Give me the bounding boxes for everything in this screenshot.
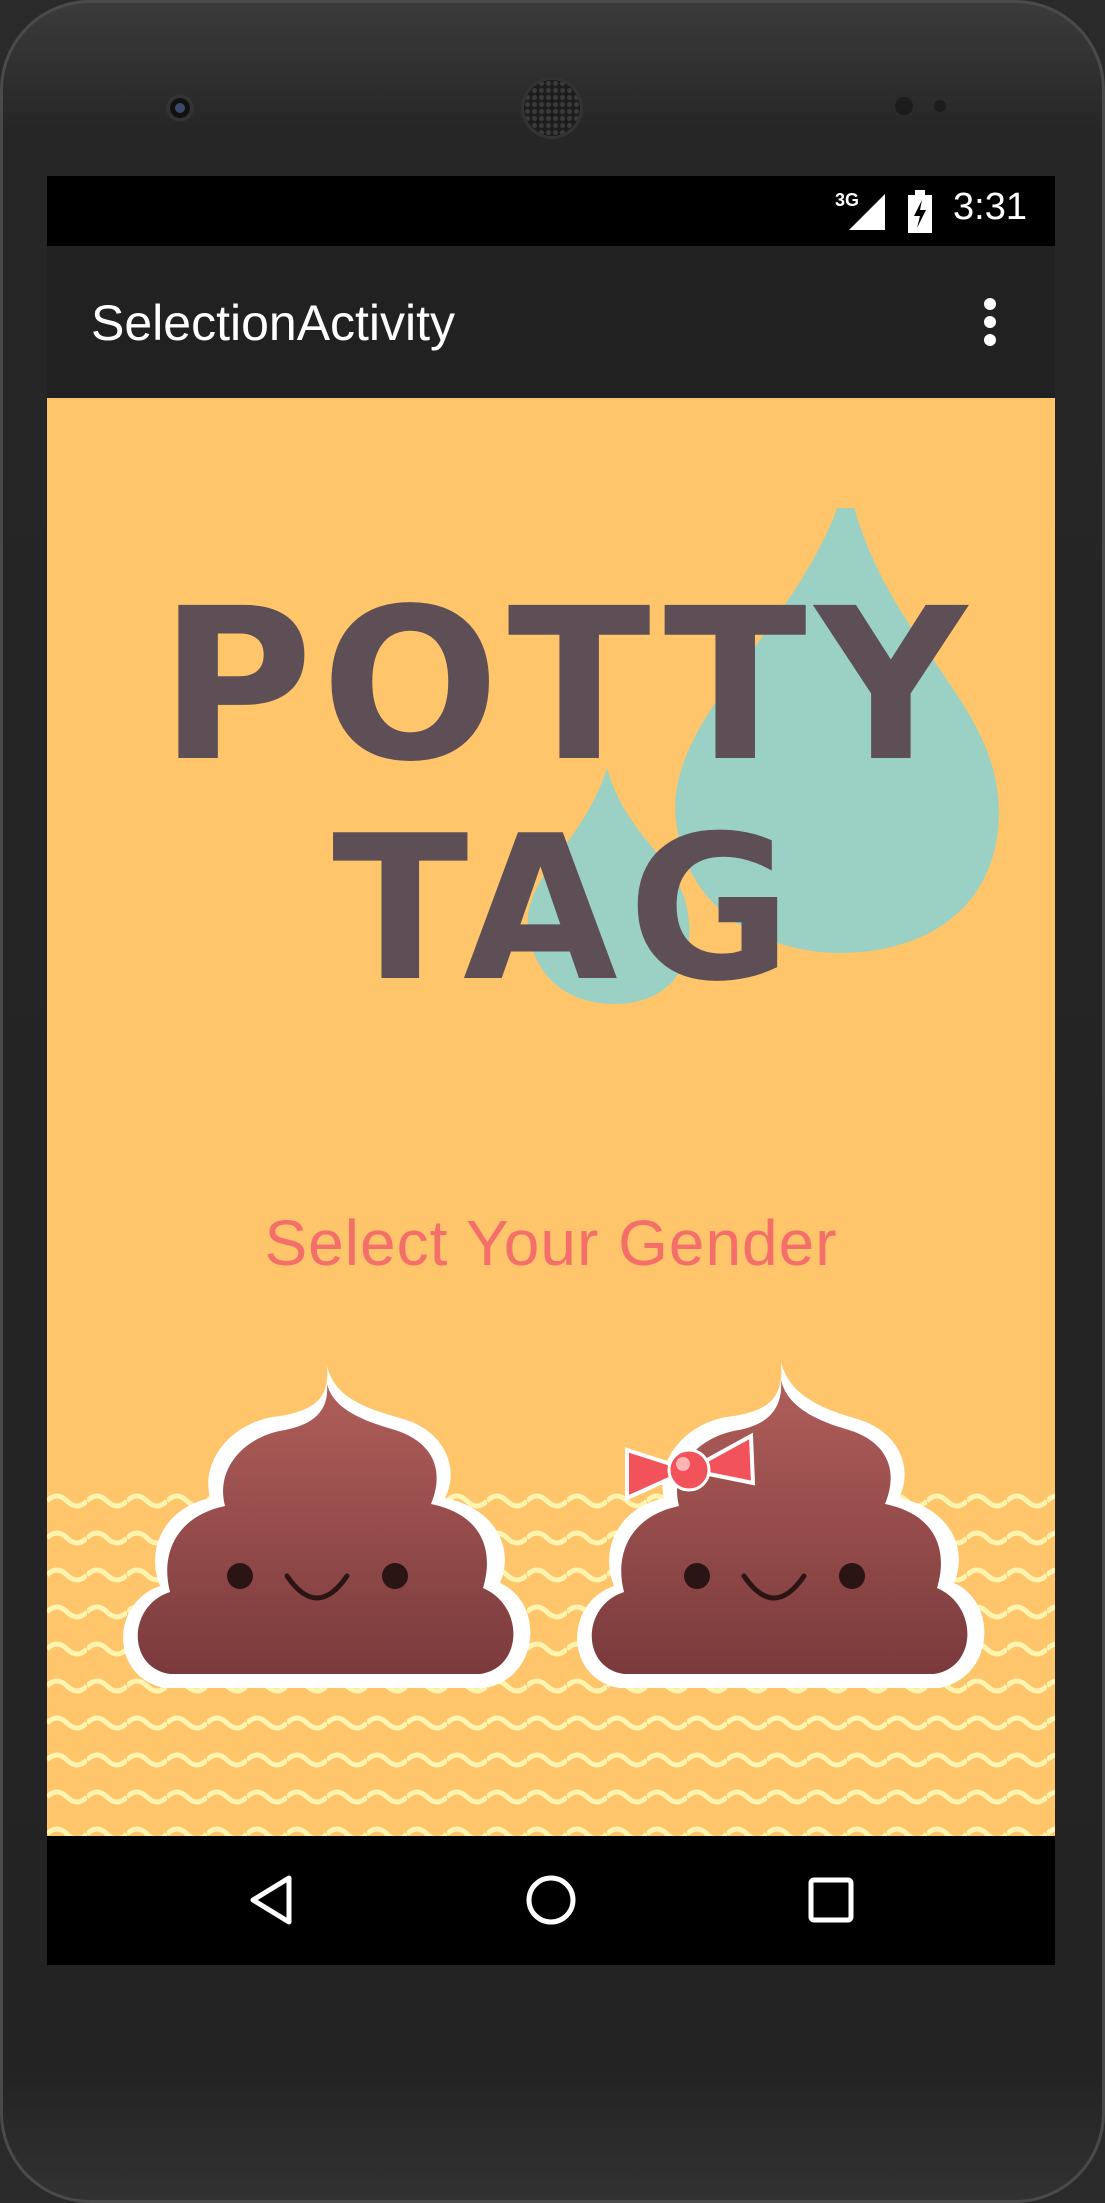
selection-content: POTTY TAG Select Your Gender	[47, 398, 1055, 1836]
battery-charging-icon	[908, 190, 932, 233]
signal-icon	[849, 194, 885, 230]
back-triangle-icon[interactable]	[243, 1870, 303, 1930]
more-vert-icon[interactable]	[981, 298, 999, 348]
girl-poop-button[interactable]	[569, 1358, 989, 1708]
select-gender-prompt: Select Your Gender	[264, 1207, 838, 1279]
boy-poop-button[interactable]	[115, 1358, 535, 1708]
status-clock: 3:31	[953, 186, 1027, 228]
recents-square-icon[interactable]	[801, 1870, 861, 1930]
logo-line-1: POTTY	[159, 563, 975, 808]
logo-line-2: TAG	[332, 793, 802, 1026]
status-bar: 3G 3:31	[47, 176, 1055, 246]
proximity-sensor	[895, 97, 913, 115]
app-bar: SelectionActivity	[47, 246, 1055, 398]
home-circle-icon[interactable]	[521, 1870, 581, 1930]
screen: 3G 3:31 SelectionActivity POTTY TAG Sele…	[47, 176, 1055, 1965]
right-eye	[382, 1563, 408, 1589]
right-eye	[839, 1563, 865, 1589]
phone-frame: 3G 3:31 SelectionActivity POTTY TAG Sele…	[0, 0, 1105, 2203]
light-sensor	[934, 100, 946, 112]
left-eye	[684, 1563, 710, 1589]
navigation-bar	[47, 1836, 1055, 1965]
app-title: SelectionActivity	[91, 295, 456, 351]
potty-tag-logo: POTTY TAG	[159, 508, 999, 1026]
front-camera	[166, 94, 194, 122]
earpiece-speaker	[524, 80, 580, 136]
left-eye	[227, 1563, 253, 1589]
